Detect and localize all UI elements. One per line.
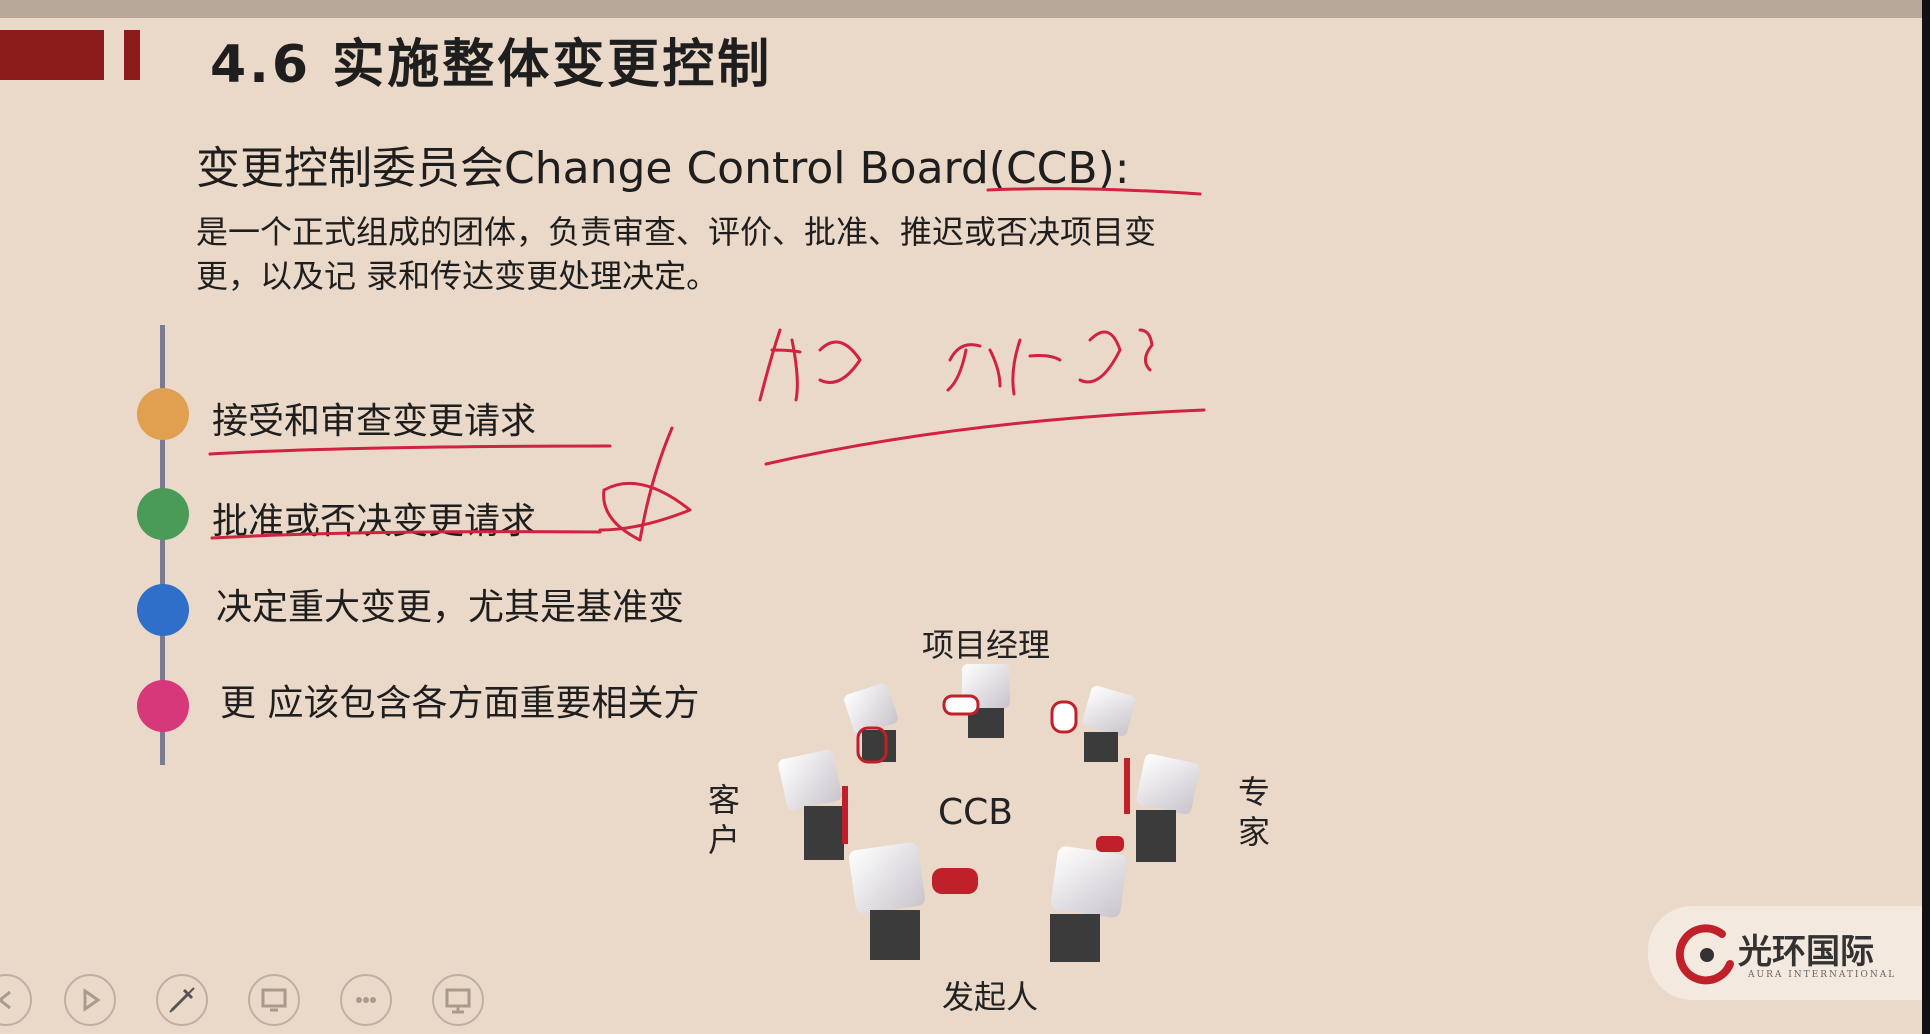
bullet-blue [137,584,189,636]
pointer-button[interactable] [248,974,300,1026]
figure-left [778,749,848,860]
figure-bottom-left [848,842,978,960]
title-accent-bar [0,30,104,80]
logo-subtext: AURA INTERNATIONAL [1748,970,1897,980]
pen-icon [169,987,195,1013]
bullet-pink [137,680,189,732]
ccb-description: 是一个正式组成的团体，负责审查、评价、批准、推迟或否决项目变更，以及记 录和传达… [196,213,1157,295]
slide-title: 4.6 实施整体变更控制 [210,35,773,95]
logo-swirl-icon [1675,924,1734,985]
more-button[interactable] [340,974,392,1026]
previous-button[interactable] [0,974,32,1026]
previous-icon [0,990,11,1010]
role-expert: 专家 [1237,773,1270,851]
role-sponsor: 发起人 [942,978,1039,1016]
role-customer: 客户 [707,781,740,859]
role-project-manager: 项目经理 [922,626,1051,664]
title-accent-mark [124,30,140,80]
figure-top-right [1050,685,1136,762]
window-right-edge [1922,0,1930,1034]
item-approve-reject: 批准或否决变更请求 [212,501,537,542]
slide-subtitle: 变更控制委员会Change Control Board(CCB): [196,143,1130,194]
pen-button[interactable] [156,974,208,1026]
figure-top-left [844,683,898,764]
window-top-strip [0,0,1930,18]
play-button[interactable] [64,974,116,1026]
item-review-requests: 接受和审查变更请求 [212,401,537,442]
item-major-changes: 决定重大变更，尤其是基准变 [216,587,685,628]
screen-button[interactable] [432,974,484,1026]
play-icon [83,988,101,1012]
figure-right [1124,753,1200,862]
bullet-green [137,488,189,540]
presentation-slide: 4.6 实施整体变更控制 变更控制委员会Change Control Board… [0,0,1930,1034]
company-logo: 光环国际 AURA INTERNATIONAL [1648,906,1922,1000]
more-icon [356,997,376,1003]
logo-text: 光环国际 [1738,932,1874,972]
figure-top [942,664,1010,738]
screen-icon [445,988,471,1014]
item-stakeholders: 更 应该包含各方面重要相关方 [220,683,700,724]
figure-bottom-right [1050,836,1128,962]
bullet-orange [137,388,189,440]
pointer-icon [261,988,287,1012]
ccb-center-label: CCB [938,792,1013,833]
